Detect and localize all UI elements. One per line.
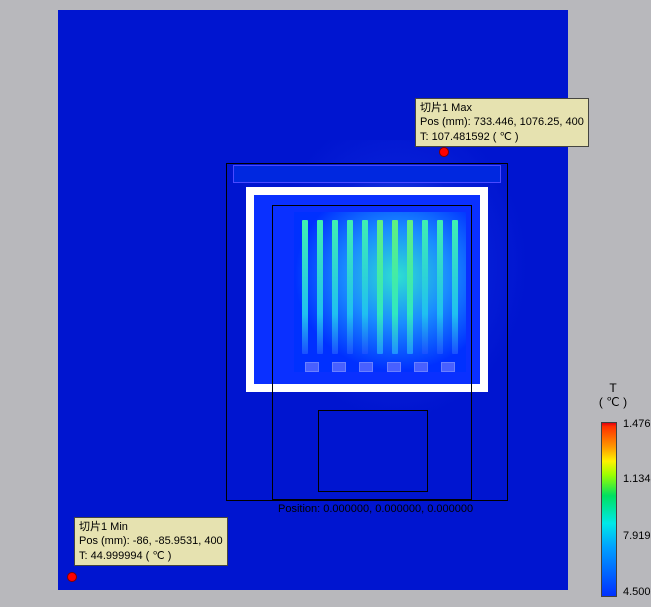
simulation-viewport[interactable]: Position: 0.000000, 0.000000, 0.000000 (58, 10, 568, 590)
fin (362, 220, 368, 354)
origin-position-label: Position: 0.000000, 0.000000, 0.000000 (278, 503, 473, 515)
legend-quantity: T (581, 382, 645, 396)
fin (302, 220, 308, 354)
fin (452, 220, 458, 354)
callout-value: T: 107.481592 ( ℃ ) (420, 130, 584, 144)
callout-position: Pos (mm): 733.446, 1076.25, 400 (420, 115, 584, 129)
legend-title: T ( ℃ ) (581, 382, 645, 410)
lower-component-outline (318, 410, 428, 492)
callout-title: 切片1 Max (420, 101, 584, 115)
legend-tick: 1.476e+02 (623, 418, 651, 430)
max-temp-callout[interactable]: 切片1 Max Pos (mm): 733.446, 1076.25, 400 … (415, 98, 589, 147)
callout-title: 切片1 Min (79, 520, 223, 534)
callout-value: T: 44.999994 ( ℃ ) (79, 549, 223, 563)
fin (392, 220, 398, 354)
legend-tick: 7.919e+01 (623, 530, 651, 542)
min-temp-marker[interactable] (67, 572, 77, 582)
fin (317, 220, 323, 354)
legend-unit: ( ℃ ) (581, 396, 645, 410)
color-legend: T ( ℃ ) 1.476e+02 1.134e+02 7.919e+01 4.… (581, 382, 645, 414)
min-temp-callout[interactable]: 切片1 Min Pos (mm): -86, -85.9531, 400 T: … (74, 517, 228, 566)
fin (332, 220, 338, 354)
fin (377, 220, 383, 354)
fin (407, 220, 413, 354)
fin (437, 220, 443, 354)
legend-colorbar (601, 422, 617, 597)
fin (347, 220, 353, 354)
heatsink-base-blocks (298, 362, 462, 374)
callout-position: Pos (mm): -86, -85.9531, 400 (79, 534, 223, 548)
finned-heatsink (294, 212, 466, 372)
fin (422, 220, 428, 354)
legend-tick: 1.134e+02 (623, 473, 651, 485)
legend-tick: 4.500e+01 (623, 586, 651, 598)
max-temp-marker[interactable] (439, 147, 449, 157)
enclosure-top-bar (233, 165, 501, 183)
